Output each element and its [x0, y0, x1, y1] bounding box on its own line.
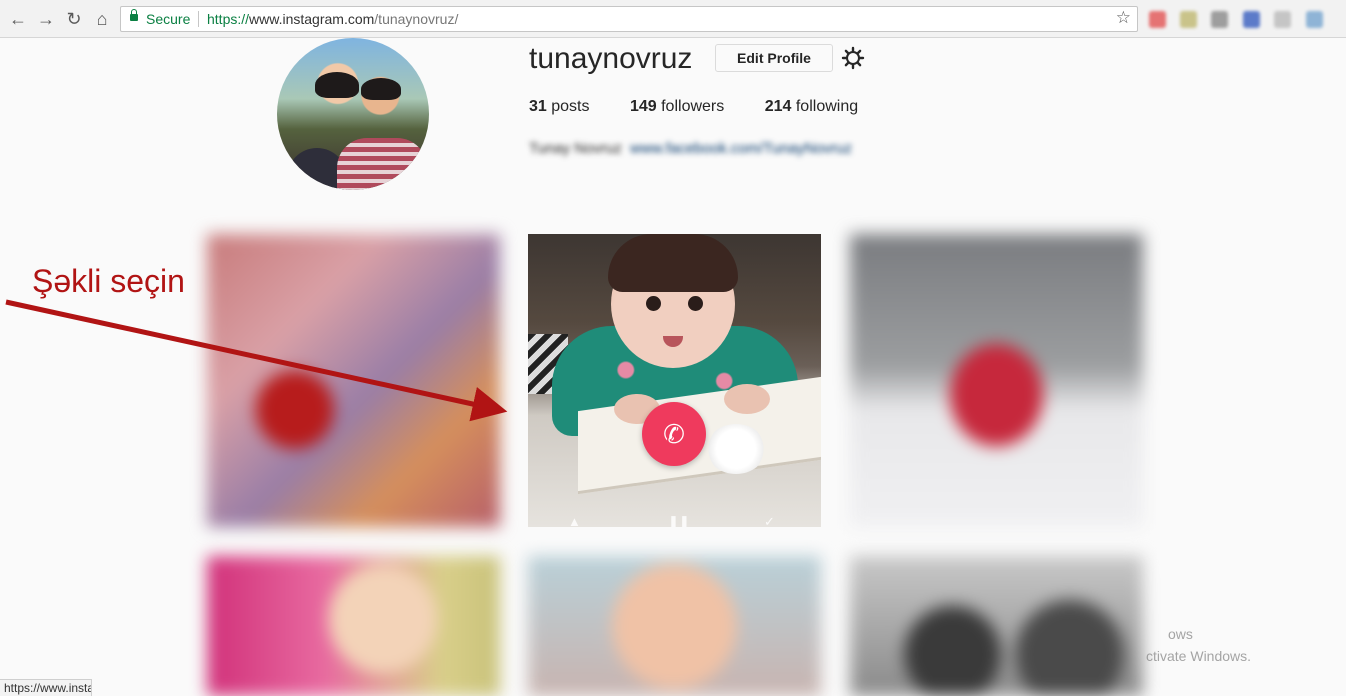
profile-avatar[interactable]: [277, 38, 429, 190]
bio-name: Tunay Novruz: [529, 140, 622, 157]
profile-bio: Tunay Novruz www.facebook.com/TunayNovru…: [529, 140, 852, 157]
reload-icon[interactable]: ↻: [62, 7, 86, 31]
posts-stat: 31 posts: [529, 98, 590, 115]
home-icon[interactable]: ⌂: [90, 7, 114, 31]
back-arrow-icon[interactable]: ←: [6, 7, 30, 31]
extension-icon[interactable]: [1180, 11, 1197, 28]
windows-watermark: ows: [1168, 626, 1193, 642]
photo-detail: [706, 424, 766, 474]
url-protocol: https://: [207, 11, 250, 27]
annotation-label: Şəkli seçin: [32, 263, 185, 299]
extension-icon[interactable]: [1211, 11, 1228, 28]
bookmark-star-icon[interactable]: ☆: [1116, 8, 1131, 28]
overlay-icon: ▲: [568, 514, 581, 527]
followers-count: 149: [629, 98, 657, 115]
extension-icon[interactable]: [1243, 11, 1260, 28]
url-path: /tunaynovruz/: [374, 11, 459, 27]
extension-icon[interactable]: [1149, 11, 1166, 28]
photo-detail: [688, 296, 703, 311]
status-bar-url: https://www.insta: [0, 679, 92, 696]
avatar-detail: [315, 72, 359, 98]
following-label: following: [795, 98, 859, 115]
forward-arrow-icon[interactable]: →: [34, 7, 58, 31]
post-thumbnail[interactable]: [850, 556, 1143, 696]
lock-icon: [130, 9, 138, 21]
followers-label: followers: [661, 98, 725, 115]
profile-username: tunaynovruz: [529, 42, 693, 75]
post-thumbnail[interactable]: [207, 234, 500, 527]
settings-gear-icon[interactable]: [841, 46, 865, 70]
extension-icon[interactable]: [1306, 11, 1323, 28]
extension-icon[interactable]: [1274, 11, 1291, 28]
bio-link[interactable]: www.facebook.com/TunayNovruz: [630, 140, 852, 157]
edit-profile-button[interactable]: Edit Profile: [715, 44, 833, 72]
post-thumbnail-selected[interactable]: ✆ ▲ ❚❚ ✓: [528, 234, 821, 527]
profile-stats: 31 posts 149 followers 214 following: [529, 98, 894, 116]
following-stat[interactable]: 214 following: [765, 98, 858, 115]
url-text[interactable]: https://www.instagram.com/tunaynovruz/: [207, 11, 458, 27]
photo-detail: [646, 296, 661, 311]
followers-stat[interactable]: 149 followers: [630, 98, 724, 115]
following-count: 214: [764, 98, 792, 115]
posts-label: posts: [551, 98, 590, 115]
address-divider: [198, 11, 199, 27]
photo-detail: [608, 234, 738, 292]
post-thumbnail[interactable]: [207, 556, 500, 696]
posts-count: 31: [529, 98, 547, 115]
secure-label: Secure: [146, 11, 191, 27]
post-thumbnail[interactable]: [528, 556, 821, 696]
photo-detail: [724, 384, 770, 414]
pause-icon: ❚❚: [668, 514, 690, 527]
address-bar[interactable]: Secure https://www.instagram.com/tunayno…: [120, 6, 1138, 32]
post-thumbnail[interactable]: [850, 234, 1143, 527]
phone-call-icon[interactable]: ✆: [642, 402, 706, 466]
avatar-detail: [361, 78, 401, 100]
browser-toolbar: ← → ↻ ⌂ Secure https://www.instagram.com…: [0, 0, 1346, 38]
windows-watermark: ctivate Windows.: [1146, 648, 1252, 664]
url-domain: www.instagram.com: [249, 11, 375, 27]
overlay-icon: ✓: [764, 514, 775, 527]
avatar-detail: [337, 138, 427, 190]
